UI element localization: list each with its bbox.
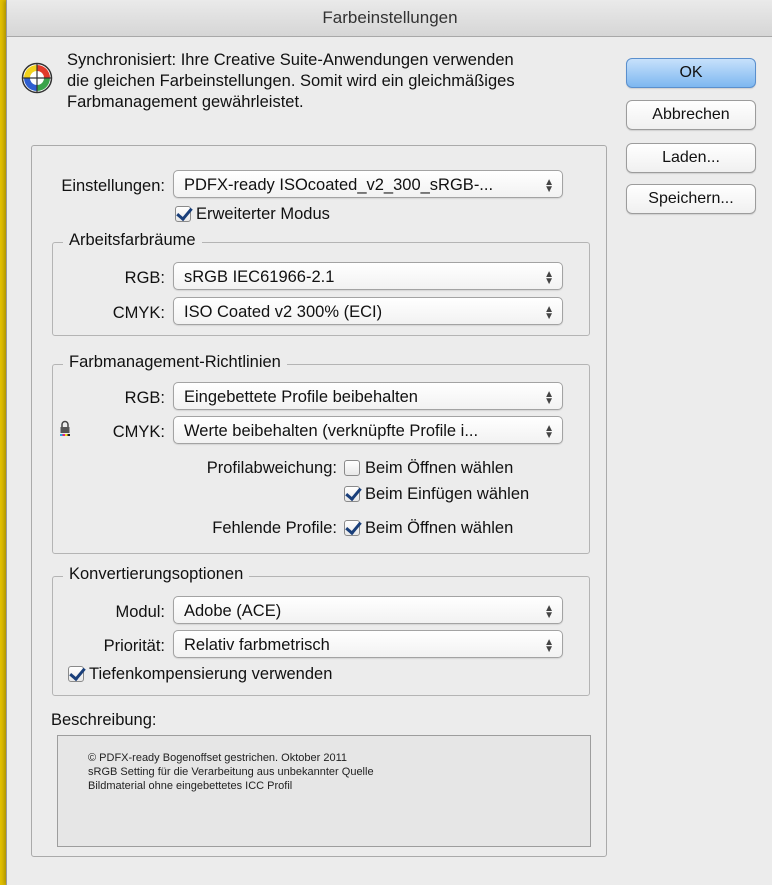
policy-cmyk-select[interactable]: Werte beibehalten (verknüpfte Profile i.… xyxy=(173,416,563,444)
description-box: © PDFX-ready Bogenoffset gestrichen. Okt… xyxy=(57,735,591,847)
policy-rgb-label: RGB: xyxy=(124,389,165,407)
lock-icon xyxy=(60,420,70,436)
cancel-button[interactable]: Abbrechen xyxy=(626,100,756,130)
intent-value: Relativ farbmetrisch xyxy=(184,636,330,654)
dialog-title: Farbeinstellungen xyxy=(7,0,772,37)
policies-title: Farbmanagement-Richtlinien xyxy=(63,353,287,372)
missing-open-checkbox[interactable] xyxy=(344,520,360,536)
description-line-3: Bildmaterial ohne eingebettetes ICC Prof… xyxy=(88,780,293,792)
engine-label: Modul: xyxy=(115,603,165,621)
missing-open-label: Beim Öffnen wählen xyxy=(365,519,514,537)
intent-select[interactable]: Relativ farbmetrisch ▲ ▼ xyxy=(173,630,563,658)
ok-button[interactable]: OK xyxy=(626,58,756,88)
working-cmyk-value: ISO Coated v2 300% (ECI) xyxy=(184,303,383,321)
sync-info-line-1: Synchronisiert: Ihre Creative Suite-Anwe… xyxy=(67,51,514,69)
working-rgb-value: sRGB IEC61966-2.1 xyxy=(184,268,335,286)
advanced-mode-label: Erweiterter Modus xyxy=(196,205,330,223)
color-settings-dialog: Farbeinstellungen Synchronisiert: Ihre C… xyxy=(6,0,772,885)
mismatch-open-checkbox[interactable] xyxy=(344,460,360,476)
conversion-title: Konvertierungsoptionen xyxy=(63,565,250,584)
save-button[interactable]: Speichern... xyxy=(626,184,756,214)
engine-value: Adobe (ACE) xyxy=(184,602,282,620)
load-button[interactable]: Laden... xyxy=(626,143,756,173)
working-spaces-title: Arbeitsfarbräume xyxy=(63,231,202,250)
missing-profiles-label: Fehlende Profile: xyxy=(212,519,337,537)
policy-rgb-value: Eingebettete Profile beibehalten xyxy=(184,388,418,406)
sync-info-line-3: Farbmanagement gewährleistet. xyxy=(67,93,304,111)
working-cmyk-label: CMYK: xyxy=(112,304,165,322)
policy-cmyk-label: CMYK: xyxy=(112,423,165,441)
black-point-compensation-checkbox[interactable] xyxy=(68,666,84,682)
settings-select-value: PDFX-ready ISOcoated_v2_300_sRGB-... xyxy=(184,176,494,194)
advanced-mode-checkbox[interactable] xyxy=(175,206,191,222)
description-line-1: © PDFX-ready Bogenoffset gestrichen. Okt… xyxy=(88,752,348,764)
black-point-compensation-label: Tiefenkompensierung verwenden xyxy=(89,665,333,683)
mismatch-open-label: Beim Öffnen wählen xyxy=(365,459,514,477)
settings-select[interactable]: PDFX-ready ISOcoated_v2_300_sRGB-... ▲ ▼ xyxy=(173,170,563,198)
profile-mismatch-label: Profilabweichung: xyxy=(206,459,337,477)
settings-label: Einstellungen: xyxy=(61,177,165,195)
intent-label: Priorität: xyxy=(103,637,165,655)
engine-select[interactable]: Adobe (ACE) ▲ ▼ xyxy=(173,596,563,624)
description-line-2: sRGB Setting für die Verarbeitung aus un… xyxy=(88,766,374,778)
sync-info-text: Synchronisiert: Ihre Creative Suite-Anwe… xyxy=(67,50,597,113)
working-rgb-label: RGB: xyxy=(124,269,165,287)
policy-rgb-select[interactable]: Eingebettete Profile beibehalten ▲ ▼ xyxy=(173,382,563,410)
mismatch-paste-checkbox[interactable] xyxy=(344,486,360,502)
working-cmyk-select[interactable]: ISO Coated v2 300% (ECI) ▲ ▼ xyxy=(173,297,563,325)
color-wheel-icon xyxy=(21,62,53,94)
description-label: Beschreibung: xyxy=(51,711,157,729)
description-text: © PDFX-ready Bogenoffset gestrichen. Okt… xyxy=(88,751,568,793)
sync-info-line-2: die gleichen Farbeinstellungen. Somit wi… xyxy=(67,72,515,90)
mismatch-paste-label: Beim Einfügen wählen xyxy=(365,485,530,503)
working-rgb-select[interactable]: sRGB IEC61966-2.1 ▲ ▼ xyxy=(173,262,563,290)
policy-cmyk-value: Werte beibehalten (verknüpfte Profile i.… xyxy=(184,422,479,440)
